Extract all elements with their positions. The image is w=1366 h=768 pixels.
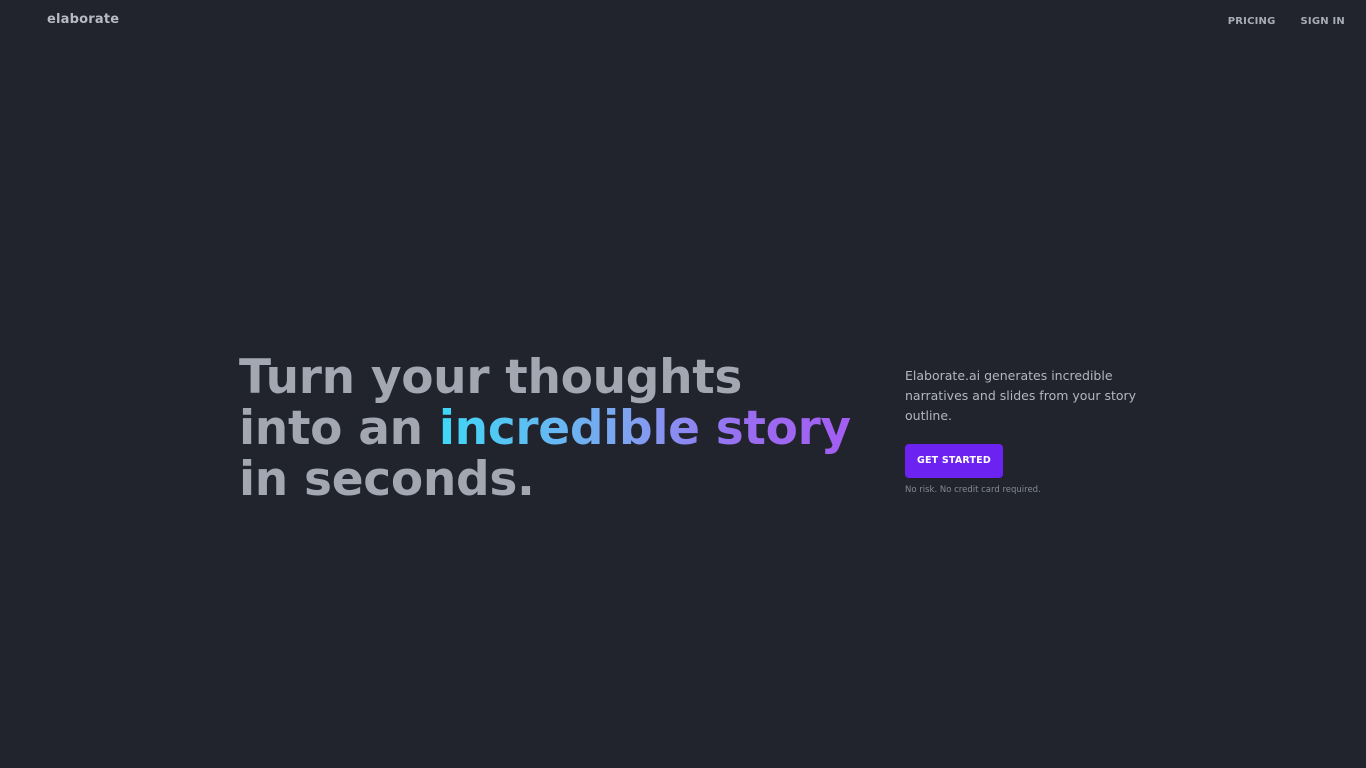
get-started-button[interactable]: GET STARTED	[905, 444, 1003, 478]
headline-line-3: in seconds.	[239, 452, 535, 507]
nav-sign-in-link[interactable]: SIGN IN	[1301, 16, 1345, 27]
top-nav: PRICING SIGN IN	[1228, 16, 1345, 27]
no-risk-note: No risk. No credit card required.	[905, 485, 1041, 495]
headline-highlight: incredible story	[438, 401, 851, 456]
headline-line-1: Turn your thoughts	[239, 350, 743, 405]
headline-line-2-prefix: into an	[239, 401, 439, 456]
hero-headline: Turn your thoughts into an incredible sto…	[239, 352, 851, 505]
nav-pricing-link[interactable]: PRICING	[1228, 16, 1276, 27]
cta-panel: Elaborate.ai generates incredible narrat…	[905, 366, 1145, 495]
product-description: Elaborate.ai generates incredible narrat…	[905, 368, 1137, 423]
logo-link[interactable]: elaborate	[47, 12, 119, 27]
